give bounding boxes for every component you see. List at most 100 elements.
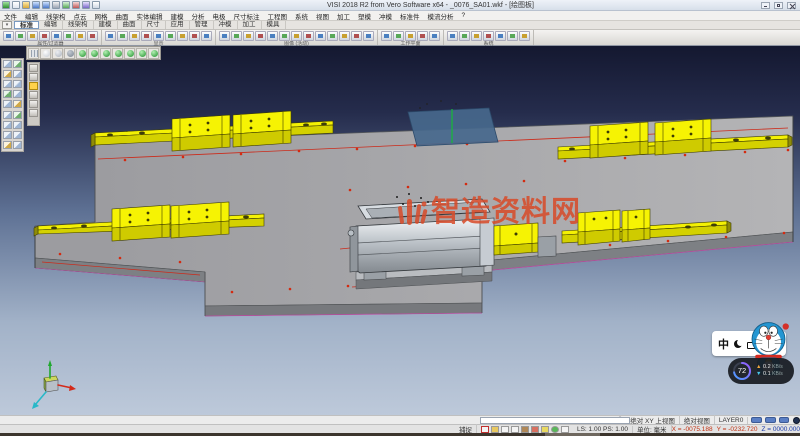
- menu-item[interactable]: 视图: [312, 11, 333, 21]
- grid-plane-icon[interactable]: [28, 48, 39, 59]
- ribbon-tab[interactable]: 冲模: [214, 21, 238, 29]
- redo-icon[interactable]: [72, 1, 80, 9]
- workplane-list-icon[interactable]: [429, 31, 440, 41]
- timer-icon[interactable]: [551, 426, 559, 433]
- active-layer[interactable]: LAYER0: [715, 417, 748, 424]
- scale-icon[interactable]: [13, 121, 22, 129]
- pan-icon[interactable]: [267, 31, 278, 41]
- previous-view-icon[interactable]: [291, 31, 302, 41]
- zoom-out-icon[interactable]: [255, 31, 266, 41]
- help-icon[interactable]: [519, 31, 530, 41]
- menu-item[interactable]: 分析: [188, 11, 209, 21]
- ribbon-tab[interactable]: 编辑: [39, 21, 63, 29]
- menu-item[interactable]: 加工: [333, 11, 354, 21]
- white-sphere-view-icon[interactable]: [40, 48, 51, 59]
- snapshot-icon[interactable]: [459, 31, 470, 41]
- move-icon[interactable]: [13, 111, 22, 119]
- workplane-rotate-icon[interactable]: [405, 31, 416, 41]
- wireframe-icon[interactable]: [105, 31, 116, 41]
- status-color-dot[interactable]: [793, 417, 800, 424]
- ribbon-tab[interactable]: 管理: [190, 21, 214, 29]
- element-filter-icon[interactable]: [15, 31, 26, 41]
- menu-item[interactable]: 线架构: [42, 11, 70, 21]
- rotate-view-icon[interactable]: [279, 31, 290, 41]
- clipping-icon[interactable]: [189, 31, 200, 41]
- menu-item[interactable]: 点云: [70, 11, 91, 21]
- color-swatch[interactable]: [751, 417, 762, 423]
- settings-icon[interactable]: [82, 1, 90, 9]
- menu-item[interactable]: 模流分析: [424, 11, 458, 21]
- ribbon-tab[interactable]: 曲面: [118, 21, 142, 29]
- ime-language-indicator[interactable]: 中: [718, 336, 729, 352]
- show-edges-icon[interactable]: [165, 31, 176, 41]
- graphics-viewport[interactable]: 智造资料网 中: [0, 46, 800, 415]
- color-swatch[interactable]: [779, 417, 790, 423]
- iso-se-view-icon[interactable]: [88, 48, 99, 59]
- full-screen-icon[interactable]: [339, 31, 350, 41]
- view-manager-icon[interactable]: [351, 31, 362, 41]
- yellow-slide-block[interactable]: [494, 223, 538, 255]
- menu-item[interactable]: 塑模: [354, 11, 375, 21]
- undo-icon[interactable]: [62, 1, 70, 9]
- workplane-grid-icon[interactable]: [561, 426, 569, 433]
- layers-panel-icon[interactable]: [29, 73, 38, 81]
- app-icon[interactable]: [2, 1, 10, 9]
- grid-snap-icon[interactable]: [481, 426, 489, 433]
- redraw-icon[interactable]: [315, 31, 326, 41]
- offset-icon[interactable]: [13, 100, 22, 108]
- mask-icon[interactable]: [29, 100, 38, 108]
- select-none-icon[interactable]: [63, 31, 74, 41]
- menu-item[interactable]: 工程图: [264, 11, 292, 21]
- dimension-icon[interactable]: [13, 131, 22, 139]
- right-sphere-view-icon[interactable]: [148, 48, 159, 59]
- entity-snap-icon[interactable]: [501, 426, 509, 433]
- active-layer-icon[interactable]: [29, 82, 38, 90]
- next-view-icon[interactable]: [303, 31, 314, 41]
- menu-item[interactable]: 实体编辑: [133, 11, 167, 21]
- open-file-icon[interactable]: [22, 1, 30, 9]
- macro-icon[interactable]: [495, 31, 506, 41]
- new-document-icon[interactable]: [12, 1, 20, 9]
- save-all-icon[interactable]: [42, 1, 50, 9]
- measure-icon[interactable]: [3, 131, 12, 139]
- mirror-icon[interactable]: [3, 111, 12, 119]
- menu-item[interactable]: 冲模: [375, 11, 396, 21]
- menu-item[interactable]: 编辑: [21, 11, 42, 21]
- show-points-icon[interactable]: [153, 31, 164, 41]
- delete-icon[interactable]: [13, 141, 22, 149]
- menu-item[interactable]: ?: [458, 12, 470, 19]
- menu-item[interactable]: 电极: [209, 11, 230, 21]
- center-snap-icon[interactable]: [521, 426, 529, 433]
- invert-selection-icon[interactable]: [75, 31, 86, 41]
- minimize-button[interactable]: [761, 2, 770, 9]
- model-tree-icon[interactable]: [29, 64, 38, 72]
- select-icon[interactable]: [3, 60, 12, 68]
- close-button[interactable]: [787, 2, 796, 9]
- rectangle-icon[interactable]: [3, 70, 12, 78]
- trim-icon[interactable]: [13, 60, 22, 68]
- color-table-icon[interactable]: [447, 31, 458, 41]
- net-speed-gauge[interactable]: 72 ▲ 0.2 KB/s ▼ 0.1 KB/s: [728, 358, 794, 384]
- iso-ne-view-icon[interactable]: [100, 48, 111, 59]
- ribbon-tab[interactable]: 线架构: [63, 21, 94, 29]
- save-icon[interactable]: [32, 1, 40, 9]
- workplane-by-face-icon[interactable]: [393, 31, 404, 41]
- calculator-icon[interactable]: [471, 31, 482, 41]
- coupler-block[interactable]: [538, 236, 556, 257]
- ribbon-tab[interactable]: 加工: [238, 21, 262, 29]
- refresh-icon[interactable]: [177, 31, 188, 41]
- workplane-icon[interactable]: [381, 31, 392, 41]
- ribbon-tab[interactable]: 标准: [14, 21, 39, 29]
- zoom-window-icon[interactable]: [219, 31, 230, 41]
- dynamic-view-icon[interactable]: [327, 31, 338, 41]
- named-view-icon[interactable]: [363, 31, 374, 41]
- menu-item[interactable]: 建模: [167, 11, 188, 21]
- intersection-snap-icon[interactable]: [531, 426, 539, 433]
- attribute-copy-icon[interactable]: [87, 31, 98, 41]
- ortho-icon[interactable]: [541, 426, 549, 433]
- midpoint-snap-icon[interactable]: [511, 426, 519, 433]
- front-sphere-view-icon[interactable]: [136, 48, 147, 59]
- transparency-icon[interactable]: [141, 31, 152, 41]
- command-input[interactable]: [480, 417, 630, 424]
- rotate-tool-icon[interactable]: [3, 121, 12, 129]
